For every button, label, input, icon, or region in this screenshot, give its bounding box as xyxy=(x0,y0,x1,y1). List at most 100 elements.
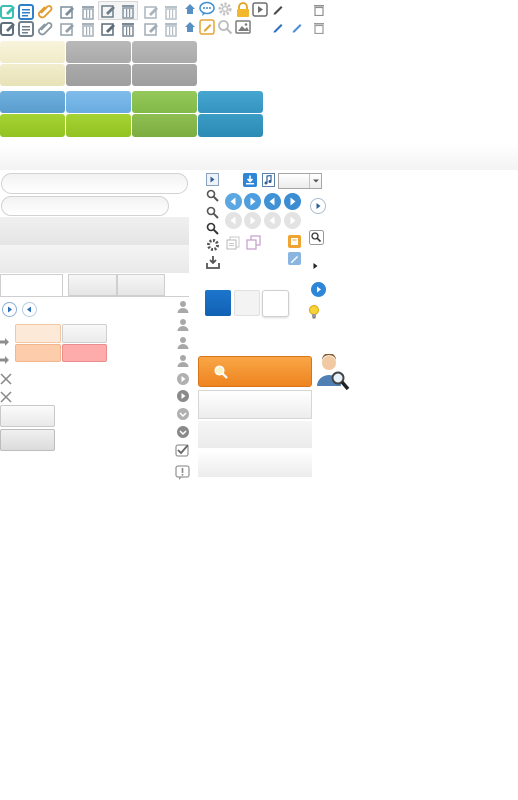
home-icon[interactable] xyxy=(184,21,196,33)
chevron-down-circle-icon[interactable] xyxy=(177,408,189,420)
user-icon xyxy=(177,300,189,314)
chat-icon[interactable] xyxy=(199,1,215,17)
teal-button-tile[interactable] xyxy=(198,91,263,113)
pencil-icon[interactable] xyxy=(291,21,303,33)
peach-button[interactable] xyxy=(15,324,61,343)
play-icon[interactable] xyxy=(252,2,268,18)
dropdown-select[interactable] xyxy=(278,173,322,189)
color-swatch-white[interactable] xyxy=(262,290,289,317)
close-icon[interactable] xyxy=(0,391,12,403)
trash-icon[interactable] xyxy=(120,3,136,19)
play-circle-icon[interactable] xyxy=(177,390,189,402)
trash-icon[interactable] xyxy=(163,21,179,37)
duplicate-icon[interactable] xyxy=(246,235,261,250)
search-icon[interactable] xyxy=(206,222,219,235)
lightblue-button-tile[interactable] xyxy=(66,91,131,113)
panel-subheader xyxy=(0,245,189,273)
trash-icon[interactable] xyxy=(80,21,96,37)
checkbox-checked-icon[interactable] xyxy=(175,443,190,457)
pink-button[interactable] xyxy=(62,344,107,362)
music-file-icon[interactable] xyxy=(262,173,275,187)
text-input[interactable] xyxy=(1,196,169,216)
tab-baseline xyxy=(0,296,189,297)
trash-icon[interactable] xyxy=(313,4,325,16)
gear-icon[interactable] xyxy=(206,238,220,252)
rewind-button[interactable] xyxy=(264,193,281,210)
cream-button-tile-hover[interactable] xyxy=(0,64,65,86)
paperclip-icon[interactable] xyxy=(37,21,53,37)
forward-button[interactable] xyxy=(244,193,261,210)
list-icon[interactable] xyxy=(18,21,34,37)
grey-button-tile[interactable] xyxy=(66,41,131,63)
close-icon[interactable] xyxy=(0,373,12,385)
trash-icon[interactable] xyxy=(80,4,96,20)
card-icon[interactable] xyxy=(288,235,301,248)
trash-icon[interactable] xyxy=(120,21,136,37)
lime-button-tile[interactable] xyxy=(0,114,65,137)
edit-icon[interactable] xyxy=(101,21,117,37)
chevron-down-icon xyxy=(309,174,321,188)
download-icon[interactable] xyxy=(243,173,257,187)
cream-button-tile[interactable] xyxy=(0,41,65,63)
lock-icon[interactable] xyxy=(235,2,251,18)
color-swatch-blue[interactable] xyxy=(205,290,231,316)
edit-icon[interactable] xyxy=(0,4,16,20)
green-button-tile-hover[interactable] xyxy=(132,114,197,137)
tab-inactive[interactable] xyxy=(117,274,165,296)
trash-icon[interactable] xyxy=(313,22,325,34)
play-circle-button[interactable] xyxy=(311,282,326,297)
home-icon[interactable] xyxy=(184,3,196,15)
rewind-button[interactable] xyxy=(225,193,242,210)
forward-button[interactable] xyxy=(284,193,301,210)
grey-button-tile-hover[interactable] xyxy=(132,64,197,86)
list-row-background xyxy=(198,421,312,448)
edit-icon[interactable] xyxy=(144,4,160,20)
search-input[interactable] xyxy=(1,173,188,194)
chevron-down-circle-icon[interactable] xyxy=(177,426,189,438)
green-button-tile[interactable] xyxy=(132,91,197,113)
paperclip-icon[interactable] xyxy=(37,4,53,20)
search-button[interactable] xyxy=(198,356,312,387)
panel-header xyxy=(0,217,189,245)
list-icon[interactable] xyxy=(18,4,34,20)
edit-icon[interactable] xyxy=(60,4,76,20)
list-row-background xyxy=(198,451,312,477)
tab-active[interactable] xyxy=(0,274,63,297)
next-circle-button[interactable] xyxy=(310,198,326,214)
zoom-button[interactable] xyxy=(309,230,324,245)
teal-button-tile-hover[interactable] xyxy=(198,114,263,137)
next-page-button[interactable] xyxy=(2,302,17,317)
play-button-icon[interactable] xyxy=(206,173,219,186)
grey-button[interactable] xyxy=(62,324,107,343)
gear-icon[interactable] xyxy=(217,1,233,17)
default-button[interactable] xyxy=(0,405,55,427)
search-icon[interactable] xyxy=(206,189,219,202)
edit-icon[interactable] xyxy=(101,3,117,19)
search-icon xyxy=(213,364,229,380)
tab-inactive[interactable] xyxy=(68,274,117,296)
play-circle-icon[interactable] xyxy=(177,373,189,385)
trash-icon[interactable] xyxy=(163,4,179,20)
edit-icon[interactable] xyxy=(199,19,215,35)
prev-page-button[interactable] xyxy=(22,302,37,317)
image-icon[interactable] xyxy=(235,19,251,35)
grey-button-tile-hover[interactable] xyxy=(66,64,131,86)
pencil-icon[interactable] xyxy=(272,21,284,33)
edit-note-icon[interactable] xyxy=(288,252,301,265)
pencil-icon[interactable] xyxy=(272,3,284,15)
search-icon[interactable] xyxy=(206,206,219,219)
edit-icon[interactable] xyxy=(144,21,160,37)
alert-bubble-icon xyxy=(175,465,190,481)
download-icon[interactable] xyxy=(206,255,220,269)
edit-icon[interactable] xyxy=(0,21,16,37)
grey-button-tile[interactable] xyxy=(132,41,197,63)
search-icon[interactable] xyxy=(217,19,233,35)
lime-button-tile[interactable] xyxy=(66,114,131,137)
edit-icon[interactable] xyxy=(60,21,76,37)
blue-button-tile[interactable] xyxy=(0,91,65,113)
default-button-hover[interactable] xyxy=(0,429,55,451)
secondary-button[interactable] xyxy=(198,390,312,419)
color-swatch-light[interactable] xyxy=(234,290,260,316)
copy-icon[interactable] xyxy=(226,236,240,250)
peach-button-hover[interactable] xyxy=(15,344,61,362)
